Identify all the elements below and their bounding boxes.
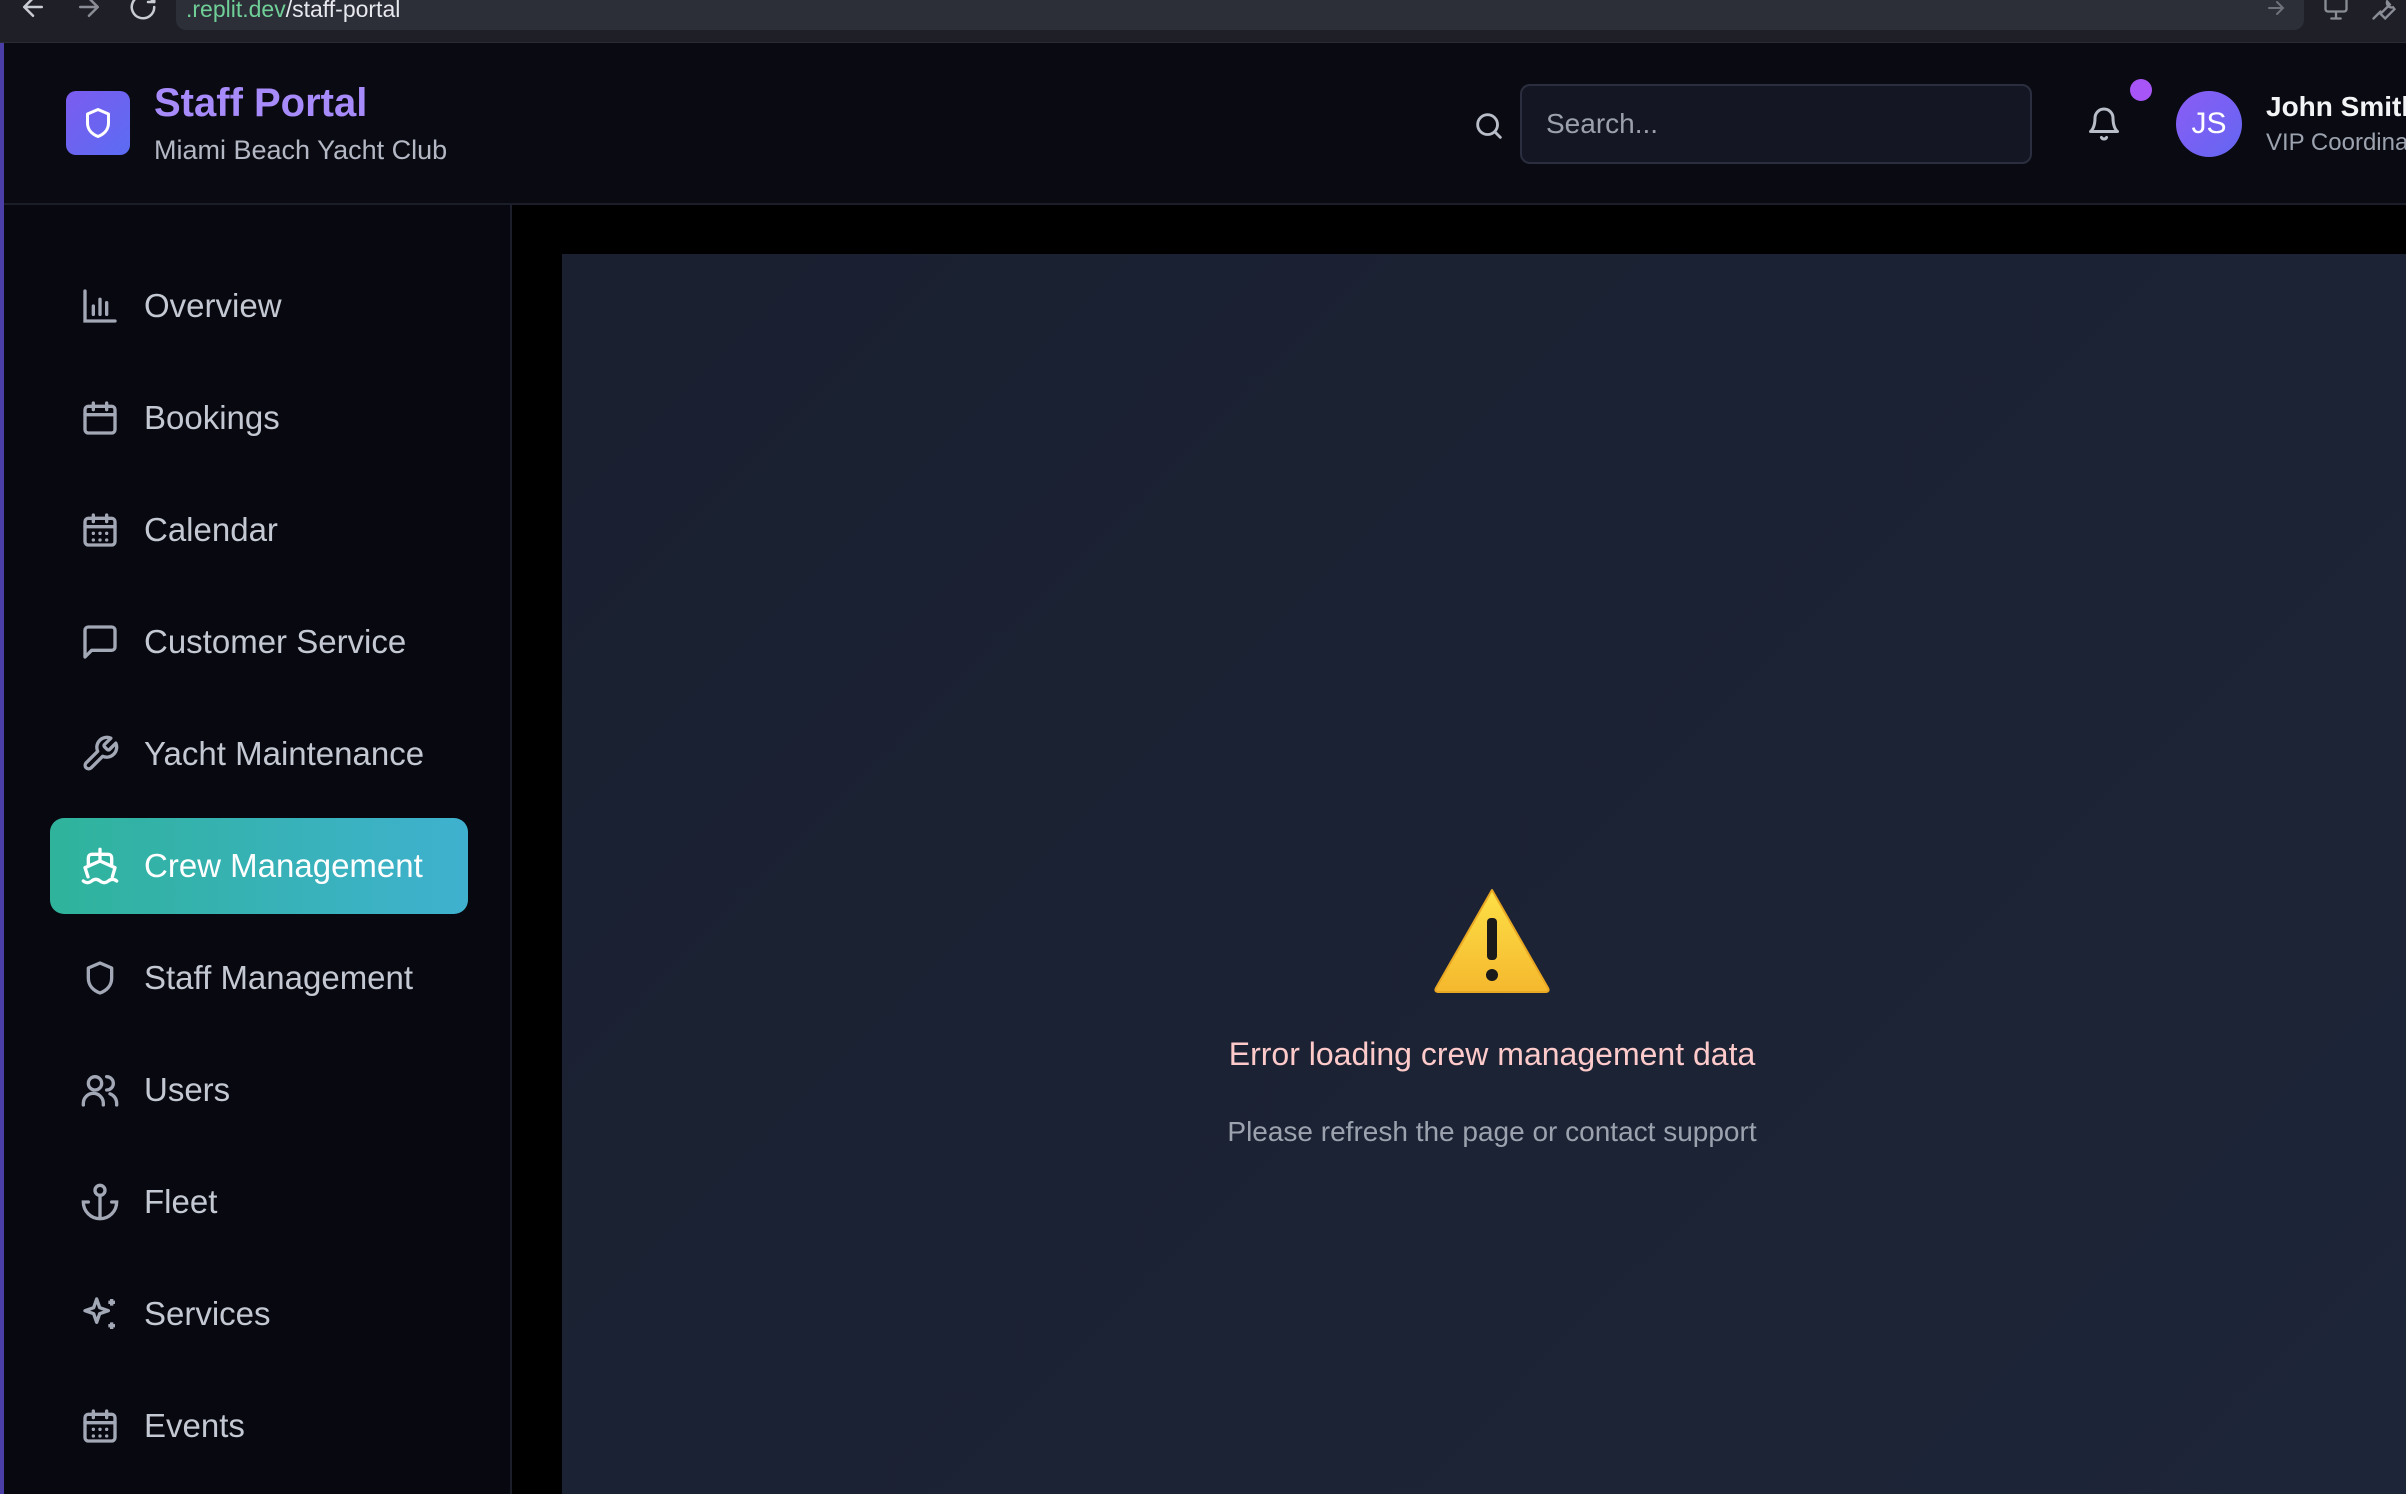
avatar-initials: JS bbox=[2191, 107, 2227, 140]
user-avatar[interactable]: JS bbox=[2176, 91, 2242, 157]
sidebar-item-staff-management[interactable]: Staff Management bbox=[50, 930, 468, 1026]
browser-toolbar: .replit.dev/staff-portal bbox=[0, 0, 2406, 43]
app-logo[interactable] bbox=[66, 91, 130, 155]
sidebar-item-bookings[interactable]: Bookings bbox=[50, 370, 468, 466]
shield-icon bbox=[86, 961, 114, 995]
sidebar-item-customer-service[interactable]: Customer Service bbox=[50, 594, 468, 690]
calendar-days-icon bbox=[83, 1409, 117, 1443]
sparkles-icon bbox=[83, 1297, 115, 1329]
sidebar-item-fleet[interactable]: Fleet bbox=[50, 1154, 468, 1250]
calendar-icon bbox=[83, 401, 117, 435]
forward-button[interactable] bbox=[74, 0, 108, 24]
users-icon bbox=[81, 1075, 119, 1107]
message-square-icon bbox=[83, 625, 117, 659]
sidebar-item-services[interactable]: Services bbox=[50, 1266, 468, 1362]
search-icon bbox=[1476, 113, 1502, 139]
calendar-grid-icon bbox=[83, 513, 117, 547]
sidebar-item-events[interactable]: Events bbox=[50, 1378, 468, 1474]
sidebar-item-label: Overview bbox=[144, 287, 282, 324]
app-root: .replit.dev/staff-portal Staff Portal Mi… bbox=[0, 0, 2406, 1494]
sidebar-item-calendar[interactable]: Calendar bbox=[50, 482, 468, 578]
main-content-panel bbox=[562, 254, 2406, 1494]
sidebar-item-yacht-maintenance[interactable]: Yacht Maintenance bbox=[50, 706, 468, 802]
url-host: .replit.dev bbox=[186, 0, 286, 22]
url-path: /staff-portal bbox=[285, 0, 401, 22]
arrow-right-icon bbox=[79, 0, 99, 17]
sidebar-item-overview[interactable]: Overview bbox=[50, 258, 468, 354]
sidebar-item-crew-management[interactable]: Crew Management bbox=[50, 818, 468, 914]
sidebar-item-label: Bookings bbox=[144, 399, 280, 436]
sidebar-item-label: Customer Service bbox=[144, 623, 407, 660]
monitor-icon[interactable] bbox=[2320, 0, 2352, 22]
bell-icon[interactable] bbox=[2086, 106, 2122, 142]
sidebar-item-label: Staff Management bbox=[144, 959, 414, 996]
reload-icon bbox=[130, 0, 156, 20]
app-header: Staff Portal Miami Beach Yacht Club JS J… bbox=[4, 43, 2406, 205]
sidebar: Overview Bookings Calendar Customer Serv… bbox=[4, 205, 512, 1494]
bar-chart-icon bbox=[83, 289, 117, 323]
shield-logo-icon bbox=[86, 108, 110, 138]
wrench-tool-icon[interactable] bbox=[2368, 0, 2400, 22]
app-title: Staff Portal bbox=[154, 81, 368, 125]
share-arrow-icon[interactable] bbox=[2262, 0, 2290, 20]
warning-icon bbox=[1434, 889, 1550, 993]
user-role: VIP Coordina bbox=[2266, 129, 2406, 156]
sidebar-item-label: Crew Management bbox=[144, 847, 423, 884]
sidebar-item-users[interactable]: Users bbox=[50, 1042, 468, 1138]
error-title: Error loading crew management data bbox=[1228, 1036, 1756, 1072]
address-bar[interactable] bbox=[176, 0, 2304, 30]
sidebar-item-label: Users bbox=[144, 1071, 231, 1108]
back-button[interactable] bbox=[18, 0, 52, 24]
reload-button[interactable] bbox=[128, 0, 162, 24]
sidebar-item-label: Calendar bbox=[144, 511, 278, 548]
arrow-left-icon bbox=[23, 0, 43, 17]
address-text[interactable]: .replit.dev/staff-portal bbox=[186, 0, 400, 23]
user-name[interactable]: John Smith bbox=[2266, 91, 2406, 123]
sidebar-item-label: Fleet bbox=[144, 1183, 218, 1220]
search-input[interactable] bbox=[1520, 84, 2032, 164]
ship-icon bbox=[81, 847, 119, 885]
sidebar-item-label: Services bbox=[144, 1295, 271, 1332]
anchor-icon bbox=[81, 1183, 119, 1221]
error-message: Please refresh the page or contact suppo… bbox=[1227, 1116, 1757, 1147]
notification-dot bbox=[2130, 79, 2152, 101]
sidebar-item-label: Events bbox=[144, 1407, 245, 1444]
sidebar-item-label: Yacht Maintenance bbox=[144, 735, 425, 772]
wrench-icon bbox=[83, 735, 119, 771]
app-subtitle: Miami Beach Yacht Club bbox=[154, 135, 448, 165]
